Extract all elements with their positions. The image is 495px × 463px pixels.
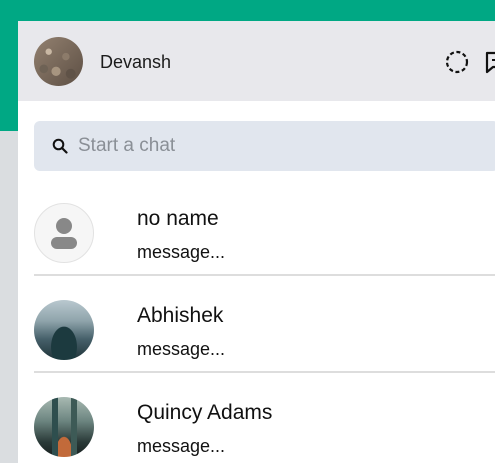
avatar-placeholder-icon: [34, 203, 94, 263]
person-icon: [51, 218, 77, 249]
contact-avatar: [34, 300, 94, 360]
chat-name: no name: [137, 207, 219, 230]
new-chat-icon[interactable]: [484, 50, 495, 74]
chat-list: no name message... Abhishek message... Q…: [18, 191, 495, 463]
user-name: Devansh: [100, 52, 172, 72]
chat-name: Quincy Adams: [137, 401, 273, 424]
chat-preview: message...: [137, 436, 226, 456]
divider: [34, 274, 495, 276]
sidebar-header: Devansh: [18, 21, 495, 101]
contact-avatar: [34, 397, 94, 457]
chat-app: Devansh no name message...: [18, 21, 495, 463]
search-input[interactable]: [78, 121, 478, 171]
user-avatar[interactable]: [34, 37, 83, 86]
chat-preview: message...: [137, 339, 226, 359]
chat-name: Abhishek: [137, 304, 224, 327]
divider: [34, 371, 495, 373]
search-icon: [52, 138, 68, 154]
search-box[interactable]: [34, 121, 495, 171]
status-icon[interactable]: [445, 50, 469, 74]
chat-list-item[interactable]: Quincy Adams message...: [18, 385, 495, 463]
chat-list-item[interactable]: Abhishek message...: [18, 288, 495, 385]
chat-preview: message...: [137, 242, 226, 262]
chat-list-item[interactable]: no name message...: [18, 191, 495, 288]
